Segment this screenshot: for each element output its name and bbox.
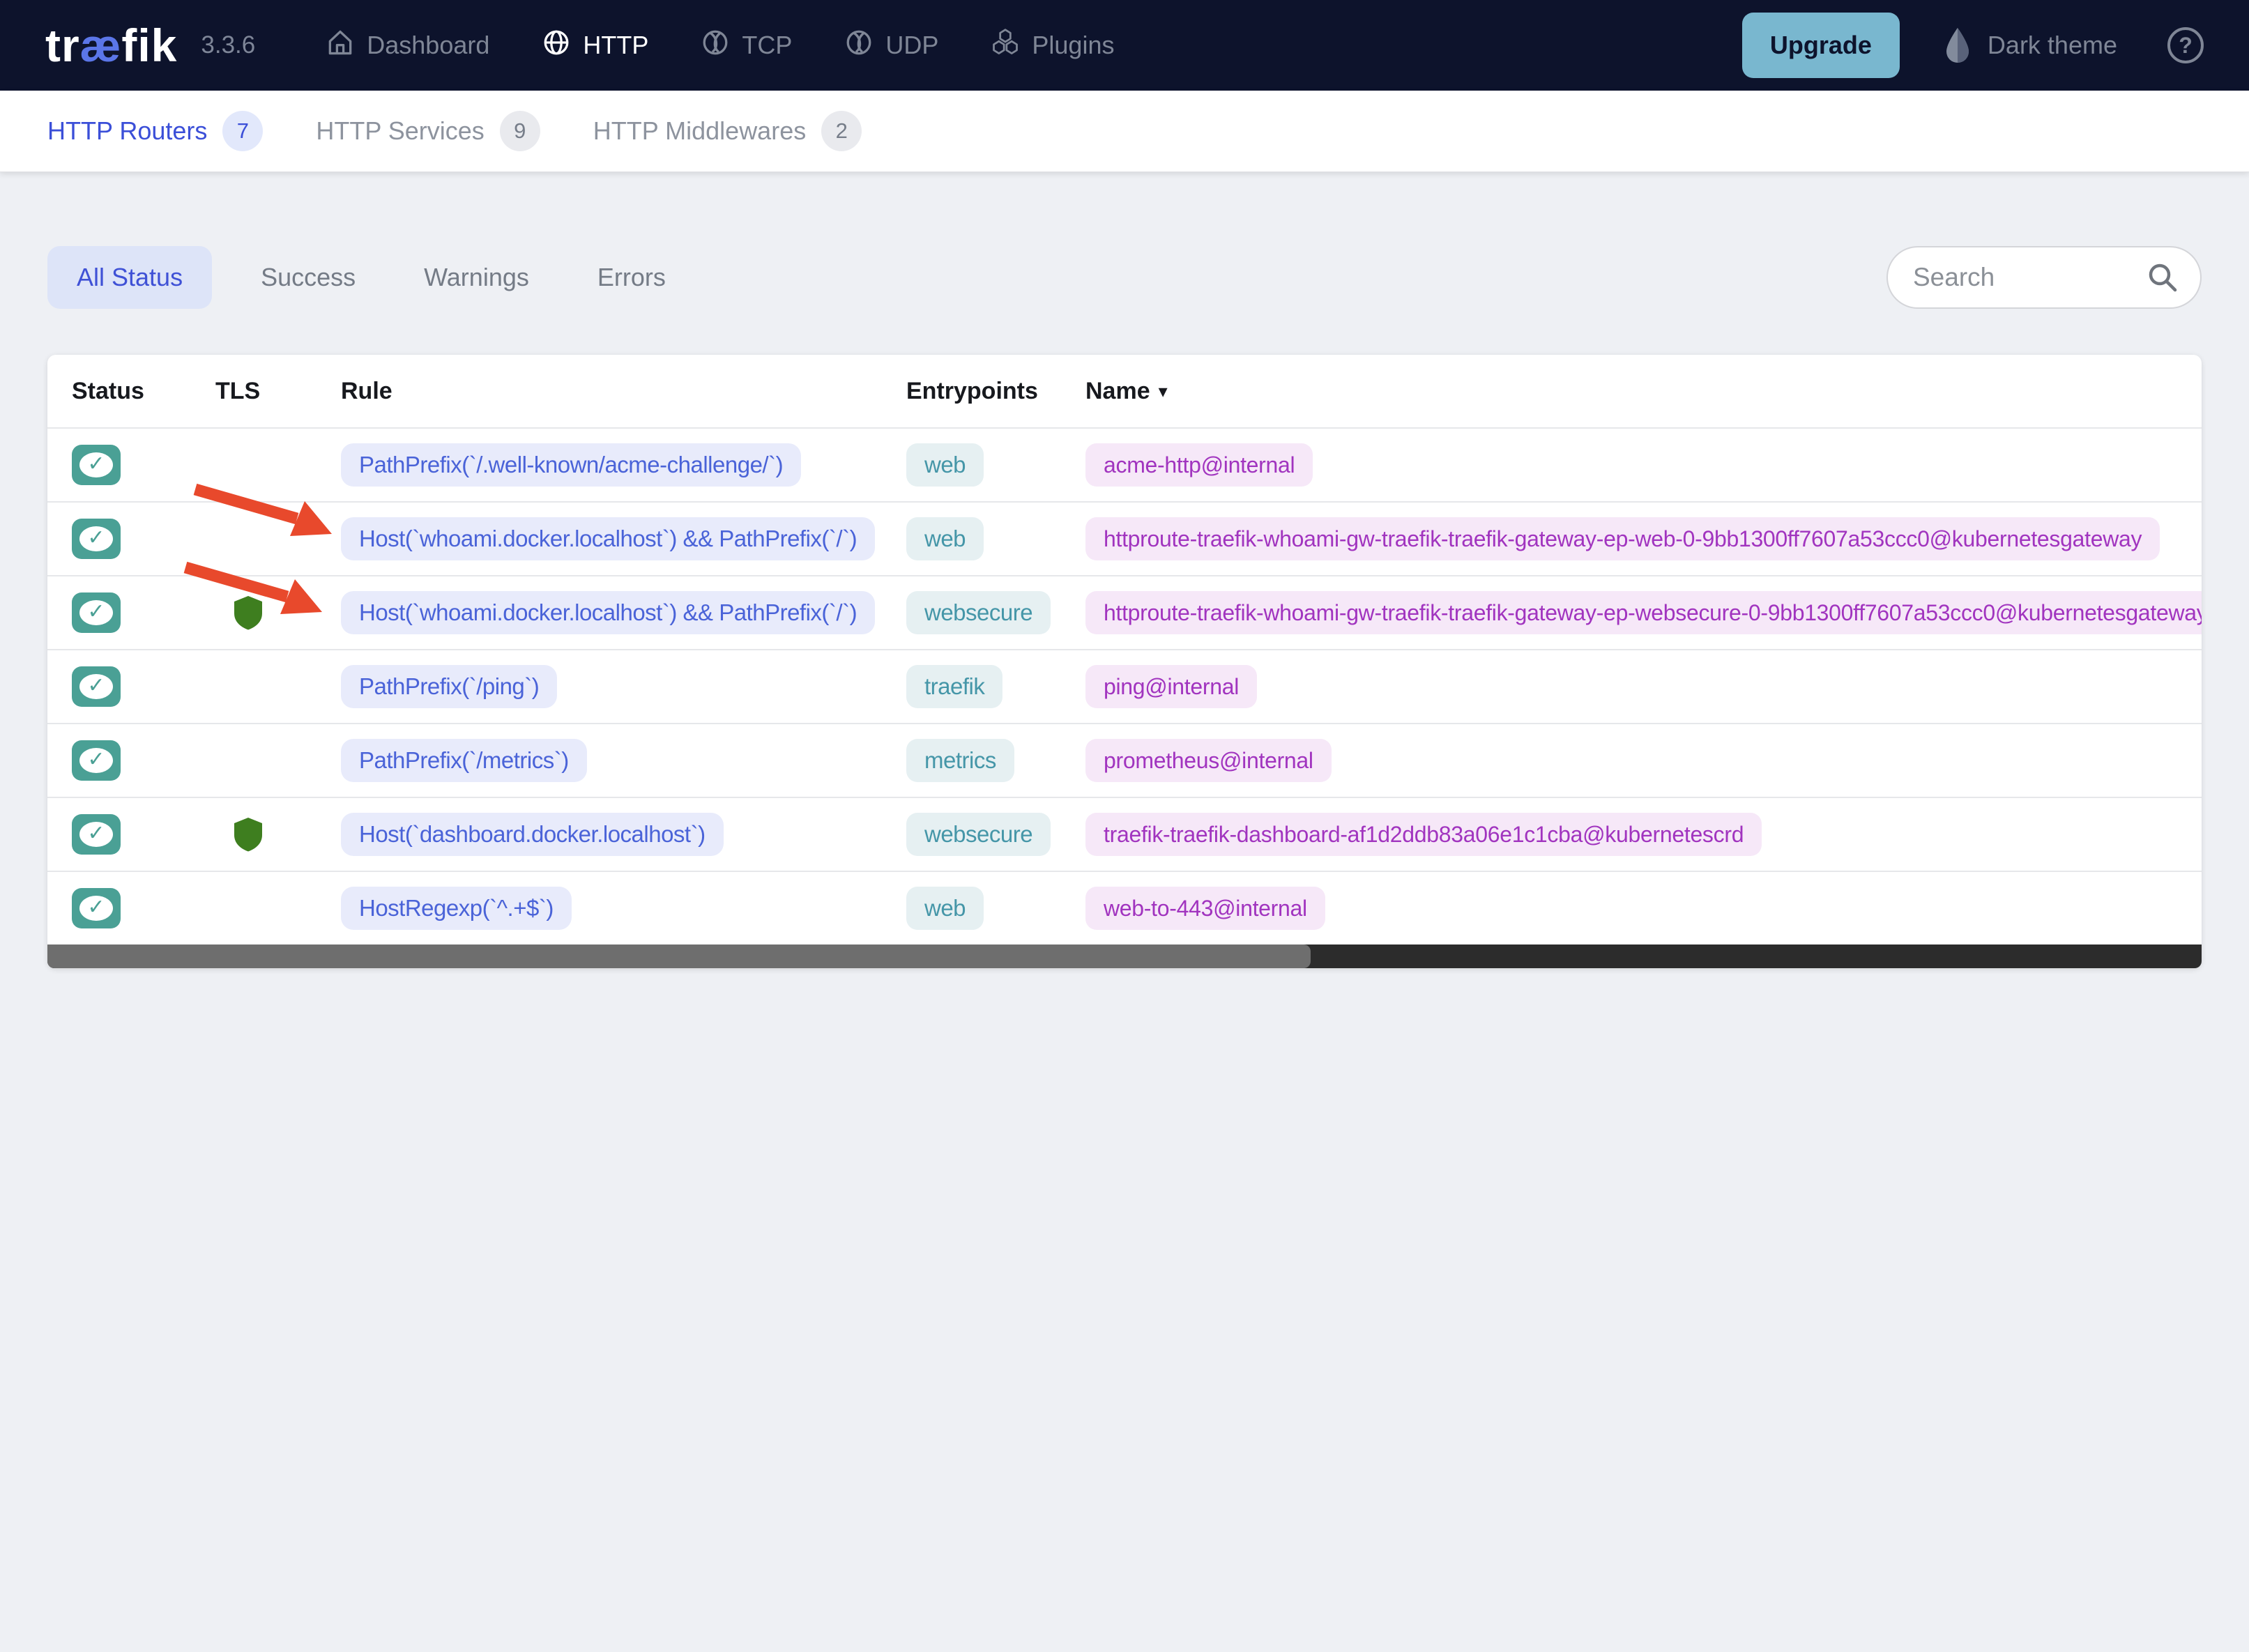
nav-item-udp[interactable]: UDP (844, 27, 938, 64)
col-tls[interactable]: TLS (215, 378, 341, 405)
rule-pill[interactable]: PathPrefix(`/metrics`) (341, 739, 587, 782)
horizontal-scrollbar[interactable] (47, 944, 2202, 968)
name-pill[interactable]: traefik-traefik-dashboard-af1d2ddb83a06e… (1085, 813, 1762, 856)
table-row-5[interactable]: ✓ PathPrefix(`/metrics`) metrics prometh… (47, 723, 2202, 797)
tab-http-routers[interactable]: HTTP Routers 7 (47, 111, 264, 151)
table-row-6[interactable]: ✓ Host(`dashboard.docker.localhost`) web… (47, 797, 2202, 871)
header-actions: Upgrade Dark theme ? (1741, 13, 2204, 78)
main-content: All Status Success Warnings Errors Status T… (0, 246, 2249, 968)
proxy-icon (700, 27, 731, 64)
status-filters: All Status Success Warnings Errors (47, 246, 685, 309)
filter-errors[interactable]: Errors (578, 246, 685, 309)
entrypoint-pill[interactable]: web (906, 887, 984, 930)
table-row-7[interactable]: ✓ HostRegexp(`^.+$`) web web-to-443@inte… (47, 871, 2202, 944)
rule-pill[interactable]: PathPrefix(`/ping`) (341, 665, 558, 708)
theme-toggle[interactable]: Dark theme (1943, 26, 2117, 64)
name-pill[interactable]: httproute-traefik-whoami-gw-traefik-trae… (1085, 591, 2202, 634)
globe-icon (541, 27, 572, 64)
rule-pill[interactable]: Host(`dashboard.docker.localhost`) (341, 813, 724, 856)
proxy-icon (844, 27, 874, 64)
nav-item-tcp[interactable]: TCP (700, 27, 792, 64)
entrypoint-pill[interactable]: metrics (906, 739, 1014, 782)
entrypoint-pill[interactable]: web (906, 443, 984, 487)
sort-caret-icon: ▾ (1158, 380, 1168, 401)
table-toolbar: All Status Success Warnings Errors (47, 246, 2202, 309)
tab-http-services[interactable]: HTTP Services 9 (316, 111, 540, 151)
scrollbar-thumb[interactable] (47, 944, 1311, 968)
status-success-icon: ✓ (72, 445, 121, 485)
routers-table: Status TLS Rule Entrypoints Name ▾ ✓ Path… (47, 355, 2202, 968)
help-button[interactable]: ? (2167, 27, 2204, 63)
name-pill[interactable]: prometheus@internal (1085, 739, 1332, 782)
filter-success[interactable]: Success (241, 246, 375, 309)
table-row-3[interactable]: ✓ Host(`whoami.docker.localhost`) && Pat… (47, 575, 2202, 649)
table-body: ✓ PathPrefix(`/.well-known/acme-challeng… (47, 427, 2202, 944)
col-rule[interactable]: Rule (341, 378, 906, 405)
entrypoint-pill[interactable]: web (906, 517, 984, 560)
filter-all-status[interactable]: All Status (47, 246, 213, 309)
tab-count-badge: 2 (821, 111, 862, 151)
traefik-logo[interactable]: træfik (45, 19, 177, 72)
entrypoint-pill[interactable]: websecure (906, 813, 1051, 856)
entrypoint-pill[interactable]: websecure (906, 591, 1051, 634)
theme-toggle-label: Dark theme (1987, 31, 2117, 59)
rule-pill[interactable]: HostRegexp(`^.+$`) (341, 887, 572, 930)
status-success-icon: ✓ (72, 888, 121, 928)
upgrade-button[interactable]: Upgrade (1741, 13, 1900, 78)
traefik-dashboard: træfik 3.3.6 Dashboard HTTP TCP UDP Plug… (0, 0, 2249, 1652)
col-name-sort[interactable]: Name ▾ (1085, 378, 2202, 405)
name-pill[interactable]: acme-http@internal (1085, 443, 1313, 487)
filter-warnings[interactable]: Warnings (404, 246, 549, 309)
search-input[interactable] (1913, 263, 2146, 292)
status-success-icon: ✓ (72, 666, 121, 707)
name-pill[interactable]: web-to-443@internal (1085, 887, 1325, 930)
table-header-row: Status TLS Rule Entrypoints Name ▾ (47, 355, 2202, 427)
tab-http-middlewares[interactable]: HTTP Middlewares 2 (593, 111, 862, 151)
table-row-1[interactable]: ✓ PathPrefix(`/.well-known/acme-challeng… (47, 427, 2202, 501)
nav-item-dashboard[interactable]: Dashboard (325, 27, 489, 64)
home-icon (325, 27, 356, 64)
tab-count-badge: 7 (222, 111, 264, 151)
status-success-icon: ✓ (72, 592, 121, 633)
nav-item-plugins[interactable]: Plugins (990, 27, 1114, 64)
status-success-icon: ✓ (72, 519, 121, 559)
search-icon (2149, 263, 2177, 292)
col-entrypoints[interactable]: Entrypoints (906, 378, 1085, 405)
rule-pill[interactable]: PathPrefix(`/.well-known/acme-challenge/… (341, 443, 802, 487)
tls-shield-icon (234, 596, 262, 630)
section-tabs: HTTP Routers 7 HTTP Services 9 HTTP Midd… (0, 91, 2249, 172)
rule-pill[interactable]: Host(`whoami.docker.localhost`) && PathP… (341, 517, 876, 560)
tab-count-badge: 9 (499, 111, 540, 151)
tls-shield-icon (234, 818, 262, 852)
status-success-icon: ✓ (72, 814, 121, 855)
droplet-icon (1946, 28, 1969, 63)
nav-item-http[interactable]: HTTP (541, 27, 648, 64)
top-navbar: træfik 3.3.6 Dashboard HTTP TCP UDP Plug… (0, 0, 2249, 91)
rule-pill[interactable]: Host(`whoami.docker.localhost`) && PathP… (341, 591, 876, 634)
main-nav: Dashboard HTTP TCP UDP Plugins (325, 27, 1114, 64)
version-label: 3.3.6 (201, 31, 256, 59)
table-row-4[interactable]: ✓ PathPrefix(`/ping`) traefik ping@inter… (47, 649, 2202, 723)
table-row-2[interactable]: ✓ Host(`whoami.docker.localhost`) && Pat… (47, 501, 2202, 575)
cubes-icon (990, 27, 1021, 64)
name-pill[interactable]: ping@internal (1085, 665, 1258, 708)
entrypoint-pill[interactable]: traefik (906, 665, 1003, 708)
col-status[interactable]: Status (72, 378, 215, 405)
search-box[interactable] (1886, 246, 2202, 309)
status-success-icon: ✓ (72, 740, 121, 781)
name-pill[interactable]: httproute-traefik-whoami-gw-traefik-trae… (1085, 517, 2160, 560)
